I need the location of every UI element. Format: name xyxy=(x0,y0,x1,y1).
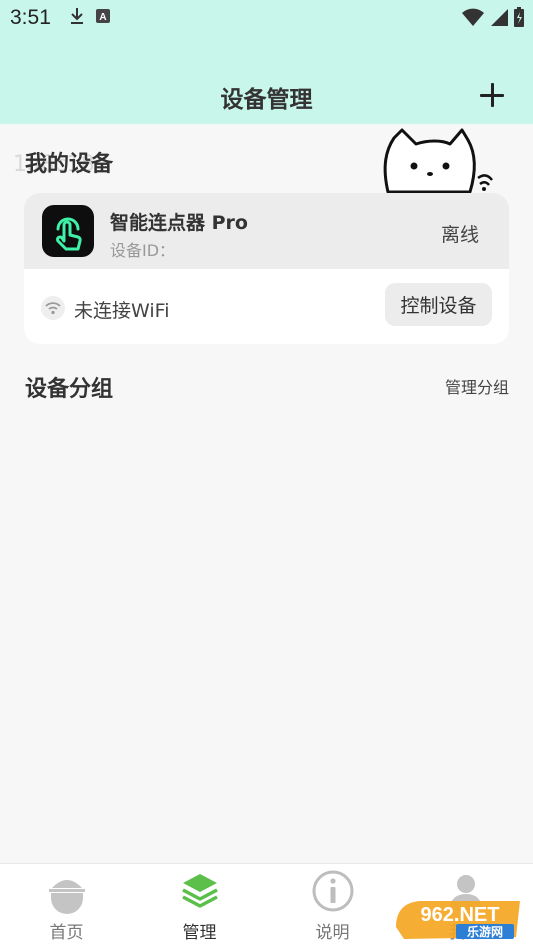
my-devices-title: 我的设备 xyxy=(25,152,114,177)
app-header: 3:51 A 设备管理 xyxy=(0,0,533,124)
translate-app-icon: A xyxy=(95,8,111,28)
nav-tab-manage[interactable]: 管理 xyxy=(133,864,266,949)
wifi-icon xyxy=(41,296,65,320)
wifi-status-text: 未连接WiFi xyxy=(74,300,170,322)
device-card[interactable]: 智能连点器 Pro 设备ID： 离线 未连接WiFi 控制设备 xyxy=(24,193,509,344)
cat-mascot-icon xyxy=(383,128,493,194)
svg-text:A: A xyxy=(99,12,106,23)
cell-signal-icon xyxy=(489,7,509,31)
site-watermark-logo: 962.NET 乐游网 xyxy=(396,901,520,939)
watermark-text: 962.NET xyxy=(421,904,500,926)
nav-label-manage: 管理 xyxy=(182,923,217,943)
status-bar: 3:51 A xyxy=(0,0,533,36)
status-system-icons xyxy=(461,6,525,32)
device-name: 智能连点器 Pro xyxy=(110,212,248,234)
device-status-badge: 离线 xyxy=(440,224,479,246)
device-card-header[interactable]: 智能连点器 Pro 设备ID： 离线 xyxy=(24,193,509,269)
manage-groups-link[interactable]: 管理分组 xyxy=(445,374,509,398)
status-time: 3:51 xyxy=(10,6,51,29)
add-device-button[interactable] xyxy=(477,80,507,110)
wifi-signal-icon xyxy=(461,7,485,31)
device-groups-title: 设备分组 xyxy=(25,377,114,402)
watermark-subtext: 乐游网 xyxy=(467,924,503,939)
battery-icon xyxy=(513,6,525,32)
download-icon xyxy=(69,7,85,29)
home-icon xyxy=(49,880,85,914)
layers-icon xyxy=(182,874,218,908)
info-icon xyxy=(312,870,354,912)
device-id-label: 设备ID： xyxy=(110,241,176,260)
nav-tab-home[interactable]: 首页 xyxy=(0,864,133,949)
tap-finger-app-icon xyxy=(42,205,94,257)
status-notifications: A xyxy=(69,7,111,29)
page-title: 设备管理 xyxy=(220,87,313,113)
nav-label-instructions: 说明 xyxy=(315,923,350,943)
control-device-button[interactable]: 控制设备 xyxy=(385,283,492,326)
nav-label-home: 首页 xyxy=(49,923,84,943)
nav-tab-instructions[interactable]: 说明 xyxy=(266,864,399,949)
